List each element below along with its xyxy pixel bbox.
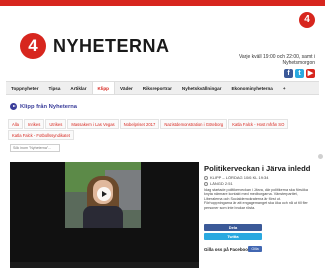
facebook-icon[interactable]: f: [284, 69, 293, 78]
video-date: KLIPP – LÖRDAG 10/6 KL 19:34: [204, 175, 268, 180]
social-links: f t ▶: [284, 69, 315, 78]
tag-alla[interactable]: Alla: [8, 119, 23, 129]
play-circle-icon: [10, 103, 17, 110]
nav-item-riksreportrar[interactable]: Riksreportrar: [138, 82, 177, 94]
share-twitter-button[interactable]: Twitta: [204, 233, 262, 240]
tag-katla-falck-fotboll[interactable]: Katla Falck - Fotbollssyndikatet: [8, 130, 74, 140]
nav-item-artiklar[interactable]: Artiklar: [65, 82, 91, 94]
video-info: Politikerveckan i Järva inledd KLIPP – L…: [201, 162, 311, 268]
nav-item-ekonominyheterna[interactable]: Ekonominyheterna: [226, 82, 277, 94]
reporter-body: [83, 206, 123, 228]
nav-item-more[interactable]: +: [278, 82, 291, 94]
video-length-text: LÄNGD 2:51: [210, 181, 233, 186]
video-title: Politikerveckan i Järva inledd: [204, 164, 311, 173]
tag-nazistdemonstration[interactable]: Nazistdemonstration i Göteborg: [160, 119, 228, 129]
video-date-text: KLIPP – LÖRDAG 10/6 KL 19:34: [210, 175, 269, 180]
search-input[interactable]: [10, 144, 60, 152]
video-description: Idag startade politikerveckan i Järva, d…: [204, 188, 308, 210]
tv4-logo-icon[interactable]: 4: [299, 12, 315, 28]
nav-item-vader[interactable]: Väder: [115, 82, 138, 94]
nav-item-klipp[interactable]: Klipp: [91, 82, 115, 94]
tag-utrikes[interactable]: Utrikes: [45, 119, 67, 129]
logo-letter: 4: [28, 36, 38, 55]
tag-nobelpriset[interactable]: Nobelpriset 2017: [119, 119, 160, 129]
logo-icon[interactable]: 4: [20, 33, 46, 59]
clock-icon: [204, 175, 208, 180]
page: 4 NYHETERNA 4 Varje kväll 19:00 och 22:0…: [0, 0, 325, 271]
timer-icon: [204, 181, 208, 186]
youtube-icon[interactable]: ▶: [306, 69, 315, 78]
tag-las-vegas[interactable]: Massakern i Las Vegas: [67, 119, 119, 129]
tag-inrikes[interactable]: Inrikes: [23, 119, 45, 129]
site-title[interactable]: NYHETERNA: [53, 36, 170, 57]
section-title: Klipp från Nyheterna: [20, 103, 78, 110]
main-nav: Toppnyheter Tipsa Artiklar Klipp Väder R…: [6, 81, 319, 95]
broadcast-times: Varje kväll 19:00 och 22:00, samt i Nyhe…: [238, 54, 315, 66]
tag-katla-falck-host[interactable]: Katla Falck - Host mfrån SO: [228, 119, 289, 129]
facebook-like-button[interactable]: Gilla: [248, 246, 262, 252]
facebook-like-label: Gilla oss på Facebook: [204, 247, 251, 252]
twitter-icon[interactable]: t: [295, 69, 304, 78]
nav-item-tipsa[interactable]: Tipsa: [43, 82, 65, 94]
section-heading: Klipp från Nyheterna: [10, 103, 77, 110]
video-player[interactable]: [10, 162, 199, 268]
nav-item-nyhetskvallningar[interactable]: Nyhetskvällningar: [177, 82, 227, 94]
tag-row-1: Alla Inrikes Utrikes Massakern i Las Veg…: [8, 119, 308, 130]
site-header: 4 NYHETERNA 4 Varje kväll 19:00 och 22:0…: [6, 6, 319, 78]
play-icon[interactable]: [97, 187, 111, 201]
player-controls[interactable]: [10, 262, 199, 268]
category-tags: Alla Inrikes Utrikes Massakern i Las Veg…: [8, 119, 308, 141]
nav-item-toppnyheter[interactable]: Toppnyheter: [6, 82, 43, 94]
tag-row-2: Katla Falck - Fotbollssyndikatet: [8, 130, 308, 141]
scroll-handle[interactable]: [318, 154, 323, 159]
share-facebook-button[interactable]: Dela: [204, 224, 262, 231]
video-length: LÄNGD 2:51: [204, 181, 233, 186]
main-content: Klipp från Nyheterna Alla Inrikes Utrike…: [6, 95, 319, 271]
